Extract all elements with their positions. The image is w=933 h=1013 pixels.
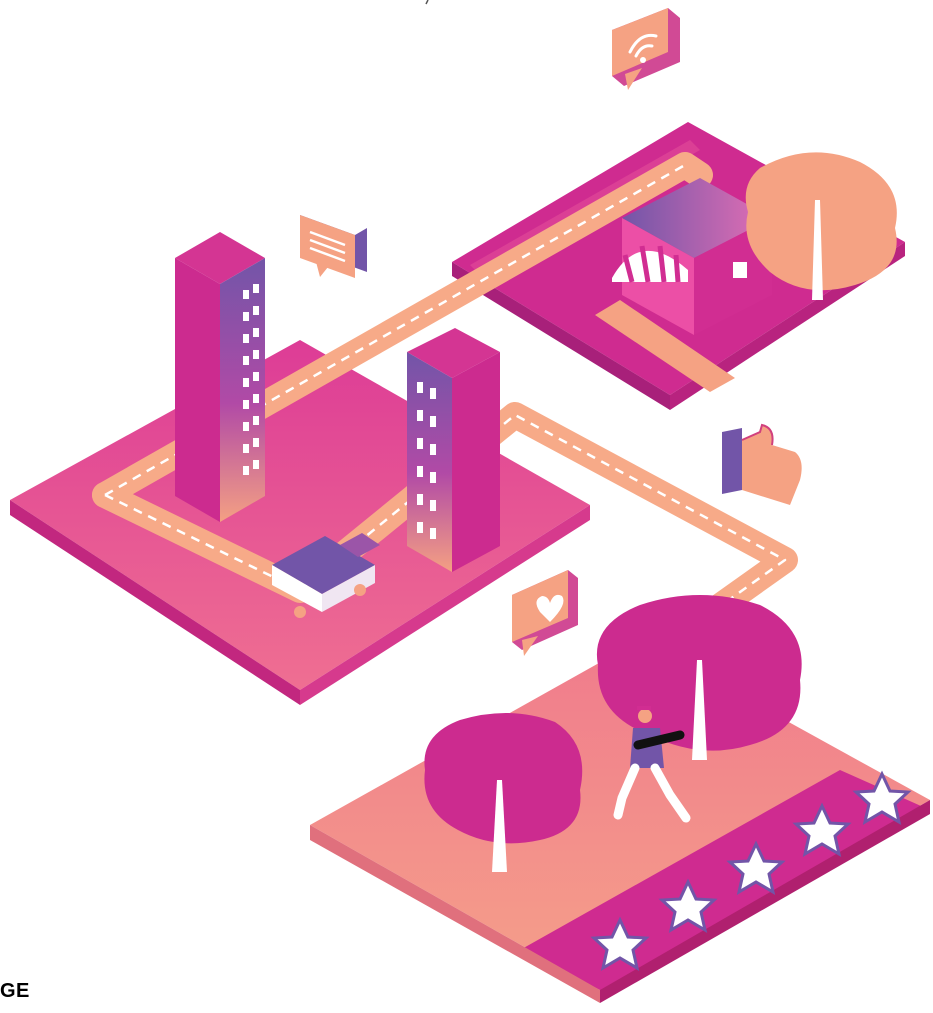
message-chat-icon (300, 215, 367, 278)
second-tower (407, 328, 500, 572)
isometric-city-illustration (10, 0, 930, 1003)
shop-window (733, 262, 747, 278)
heart-chat-icon (512, 570, 578, 656)
tall-tower (175, 232, 265, 522)
corner-label-text: GE (0, 980, 30, 1002)
wifi-chat-icon (612, 8, 680, 90)
thumbs-up-icon (722, 423, 802, 505)
